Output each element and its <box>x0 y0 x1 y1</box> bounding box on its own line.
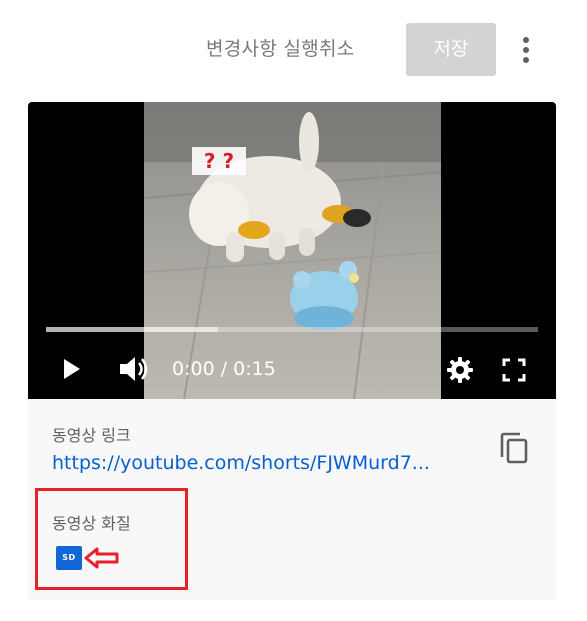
video-details-page: 변경사항 실행취소 저장 ? ? 0:00 / 0:15 동영상 링크 http… <box>0 0 587 621</box>
play-icon[interactable] <box>60 357 84 381</box>
video-link-label: 동영상 링크 <box>52 426 131 445</box>
video-player[interactable]: ? ? 0:00 / 0:15 <box>28 102 556 399</box>
undo-changes-button[interactable]: 변경사항 실행취소 <box>206 31 355 67</box>
frame-overlay-text: ? ? <box>204 149 234 173</box>
time-display: 0:00 / 0:15 <box>172 358 276 380</box>
video-link[interactable]: https://youtube.com/shorts/FJWMurd7... <box>52 452 464 474</box>
annotation-arrow-icon <box>84 546 120 570</box>
progress-bar[interactable] <box>46 327 538 332</box>
copy-icon[interactable] <box>496 430 532 466</box>
more-vert-icon[interactable] <box>514 34 538 66</box>
annotation-highlight-box <box>35 488 188 590</box>
settings-gear-icon[interactable] <box>446 356 474 384</box>
fullscreen-icon[interactable] <box>502 358 526 382</box>
volume-icon[interactable] <box>118 355 150 383</box>
video-frame: ? ? <box>144 102 441 399</box>
progress-buffered <box>46 327 219 332</box>
save-button[interactable]: 저장 <box>406 23 496 76</box>
